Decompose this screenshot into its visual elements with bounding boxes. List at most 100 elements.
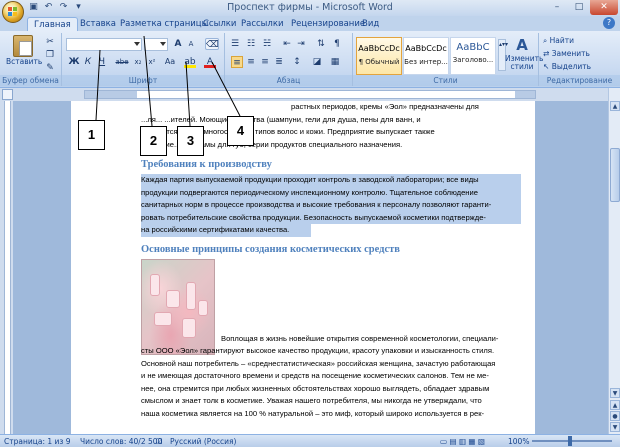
zoom-slider-thumb[interactable] bbox=[568, 436, 572, 446]
grow-font-button[interactable]: A bbox=[172, 38, 184, 50]
borders-icon[interactable]: ▦ bbox=[329, 56, 341, 68]
word-count[interactable]: Число слов: 40/2 500 bbox=[80, 436, 162, 447]
styles-group-label: Стили bbox=[353, 75, 538, 86]
italic-button[interactable]: К bbox=[82, 56, 94, 68]
sort-icon[interactable]: ⇅ bbox=[315, 38, 327, 50]
para2-first-line: Воплощая в жизнь новейшие открытия совре… bbox=[221, 334, 499, 343]
text-line: смыслом и знает толк в косметике. Уважая… bbox=[141, 396, 482, 405]
find-button[interactable]: ⌕ Найти bbox=[543, 36, 574, 46]
superscript-button[interactable]: x² bbox=[146, 56, 158, 68]
cosmetics-photo[interactable] bbox=[141, 259, 215, 355]
numbering-icon[interactable]: ☷ bbox=[245, 38, 257, 50]
font-name-combo[interactable] bbox=[66, 38, 142, 51]
tab-page-layout[interactable]: Разметка страницы bbox=[120, 17, 208, 31]
cut-icon[interactable]: ✂ bbox=[44, 36, 56, 48]
prev-page-icon[interactable]: ▲ bbox=[610, 400, 620, 410]
text-line: Каждая партия выпускаемой продукции прох… bbox=[141, 174, 521, 187]
align-right-icon[interactable]: ≡ bbox=[259, 56, 271, 68]
paste-button[interactable]: Вставить bbox=[6, 35, 43, 66]
office-logo-icon bbox=[8, 7, 18, 17]
editing-group-label: Редактирование bbox=[539, 75, 620, 86]
tab-home[interactable]: Главная bbox=[27, 17, 78, 31]
clipboard-icon bbox=[13, 35, 33, 57]
change-styles-label: Изменить стили bbox=[505, 54, 544, 71]
change-styles-icon: A bbox=[516, 36, 528, 54]
select-label: Выделить bbox=[551, 62, 592, 71]
zoom-slider[interactable] bbox=[532, 440, 612, 442]
maximize-button[interactable]: □ bbox=[568, 0, 590, 15]
subscript-button[interactable]: x₂ bbox=[132, 56, 144, 68]
text-line: Основной наш потребитель – «среднестатис… bbox=[141, 358, 496, 368]
justify-icon[interactable]: ≣ bbox=[273, 56, 285, 68]
line-spacing-icon[interactable]: ↕ bbox=[291, 56, 303, 68]
text-line: и не имеющая достаточного времени и сред… bbox=[141, 371, 489, 380]
scroll-thumb[interactable] bbox=[610, 148, 620, 202]
multilevel-icon[interactable]: ☵ bbox=[261, 38, 273, 50]
tab-review[interactable]: Рецензирование bbox=[291, 17, 365, 31]
format-painter-icon[interactable]: ✎ bbox=[44, 62, 56, 74]
tab-references[interactable]: Ссылки bbox=[203, 17, 236, 31]
font-color-icon[interactable]: A bbox=[204, 56, 216, 68]
replace-icon: ⇄ bbox=[543, 49, 550, 58]
selected-paragraph[interactable]: Каждая партия выпускаемой продукции прох… bbox=[141, 174, 521, 237]
style-heading[interactable]: AaBbC Заголово... bbox=[450, 37, 496, 75]
tab-view[interactable]: Вид bbox=[362, 17, 379, 31]
select-button[interactable]: ↖ Выделить bbox=[543, 62, 591, 71]
zoom-level[interactable]: 100% bbox=[508, 436, 529, 447]
shading-icon[interactable]: ◪ bbox=[311, 56, 323, 68]
tab-mailings[interactable]: Рассылки bbox=[241, 17, 283, 31]
change-case-button[interactable]: Aa bbox=[162, 56, 178, 68]
editing-group: ⌕ Найти ⇄ Заменить ↖ Выделить Редактиров… bbox=[539, 33, 620, 86]
close-button[interactable]: ✕ bbox=[590, 0, 618, 15]
shrink-font-button[interactable]: A bbox=[185, 38, 197, 50]
horizontal-ruler[interactable] bbox=[84, 90, 536, 99]
chevron-down-icon bbox=[160, 42, 166, 46]
copy-icon[interactable]: ❐ bbox=[44, 49, 56, 61]
principles-paragraph: сты ООО «Эол» гарантируют высокое качест… bbox=[141, 345, 521, 420]
browse-object-icon[interactable]: ● bbox=[610, 411, 620, 421]
decrease-indent-icon[interactable]: ⇤ bbox=[281, 38, 293, 50]
align-center-icon[interactable]: ≡ bbox=[245, 56, 257, 68]
scroll-down-icon[interactable]: ▼ bbox=[610, 388, 620, 398]
vertical-ruler[interactable] bbox=[0, 101, 13, 434]
view-buttons[interactable]: ▭ ▤ ▥ ▦ ▧ bbox=[440, 436, 485, 447]
style-sample: AaBbCcDc bbox=[405, 44, 447, 53]
style-normal[interactable]: AaBbCcDc ¶ Обычный bbox=[356, 37, 402, 75]
spellcheck-icon[interactable]: ☑ bbox=[156, 436, 163, 447]
change-styles-button[interactable]: A Изменить стили bbox=[505, 35, 544, 71]
style-sample: AaBbC bbox=[456, 42, 490, 53]
ribbon: Вставить ✂ ❐ ✎ Буфер обмена A A ⌫ Ж К Ч … bbox=[0, 31, 620, 88]
underline-button[interactable]: Ч bbox=[96, 56, 108, 68]
help-icon[interactable]: ? bbox=[603, 17, 615, 29]
page-counter[interactable]: Страница: 1 из 9 bbox=[4, 436, 71, 447]
callout-4: 4 bbox=[227, 116, 254, 146]
language-indicator[interactable]: Русский (Россия) bbox=[170, 436, 236, 447]
office-button[interactable] bbox=[2, 1, 24, 23]
tab-insert[interactable]: Вставка bbox=[80, 17, 116, 31]
tab-selector[interactable] bbox=[2, 89, 13, 100]
ruler-margin-right bbox=[515, 91, 535, 98]
align-left-icon[interactable]: ≡ bbox=[231, 56, 243, 68]
vertical-scrollbar[interactable]: ▲ ▼ ▲ ● ▼ bbox=[608, 88, 620, 434]
bullets-icon[interactable]: ☰ bbox=[229, 38, 241, 50]
select-arrow-icon: ↖ bbox=[543, 62, 550, 71]
window-controls: – □ ✕ bbox=[546, 0, 618, 15]
text-line: продукции подвергаются периодическому ин… bbox=[141, 186, 521, 199]
style-no-spacing[interactable]: AaBbCcDc Без интер... bbox=[403, 37, 449, 75]
ruler-bar bbox=[0, 88, 620, 101]
increase-indent-icon[interactable]: ⇥ bbox=[295, 38, 307, 50]
font-size-combo[interactable] bbox=[144, 38, 168, 51]
next-page-icon[interactable]: ▼ bbox=[610, 422, 620, 432]
style-name: Без интер... bbox=[404, 58, 448, 66]
replace-button[interactable]: ⇄ Заменить bbox=[543, 49, 590, 58]
bold-button[interactable]: Ж bbox=[68, 56, 80, 68]
pilcrow-icon[interactable]: ¶ bbox=[331, 38, 343, 50]
strikethrough-button[interactable]: abe bbox=[114, 56, 130, 68]
scroll-up-icon[interactable]: ▲ bbox=[610, 101, 620, 111]
highlight-icon[interactable]: ab bbox=[184, 56, 196, 68]
paste-label: Вставить bbox=[6, 57, 43, 66]
clear-format-icon[interactable]: ⌫ bbox=[205, 38, 219, 50]
replace-label: Заменить bbox=[551, 49, 590, 58]
minimize-button[interactable]: – bbox=[546, 0, 568, 15]
chevron-down-icon bbox=[134, 42, 140, 46]
